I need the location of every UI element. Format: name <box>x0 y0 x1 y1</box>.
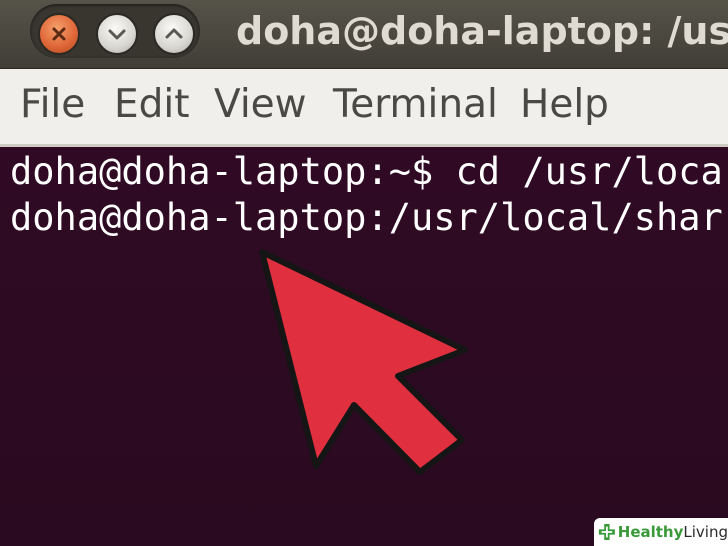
terminal-line: doha@doha-laptop:/usr/local/shar <box>10 196 723 239</box>
menu-terminal[interactable]: Terminal <box>333 79 498 131</box>
menu-view[interactable]: View <box>214 79 307 131</box>
chevron-up-icon <box>165 28 183 39</box>
chevron-down-icon <box>108 29 126 40</box>
maximize-button[interactable] <box>153 13 195 55</box>
menu-edit[interactable]: Edit <box>114 79 190 131</box>
window-titlebar: doha@doha-laptop: /us <box>0 0 728 69</box>
menu-file[interactable]: File <box>20 79 85 131</box>
watermark-badge: HealthyLiving <box>594 518 728 546</box>
watermark-text: HealthyLiving <box>617 523 728 541</box>
menu-help[interactable]: Help <box>520 79 609 131</box>
window-title: doha@doha-laptop: /us <box>236 9 728 53</box>
close-button[interactable] <box>38 13 80 55</box>
terminal-line: doha@doha-laptop:~$ cd /usr/loca <box>10 150 723 193</box>
minimize-button[interactable] <box>96 13 138 55</box>
close-icon <box>52 27 66 41</box>
arrow-pointer-icon <box>259 249 468 475</box>
menu-bar: File Edit View Terminal Help <box>0 69 728 147</box>
cross-logo-icon <box>598 524 615 540</box>
